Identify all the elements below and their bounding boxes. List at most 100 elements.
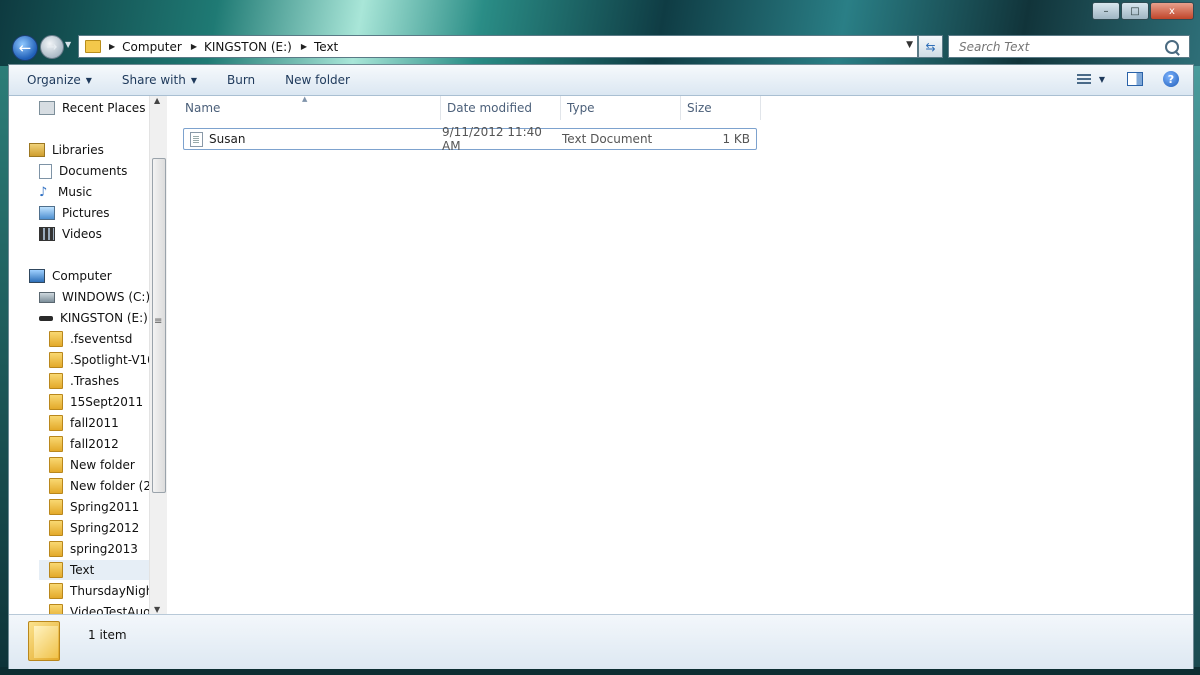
- nav-folder-item[interactable]: 15Sept2011: [49, 392, 143, 412]
- breadcrumb-chevron-icon[interactable]: ▶: [301, 42, 307, 51]
- nav-folder-label: spring2013: [70, 542, 138, 556]
- breadcrumb-chevron-icon[interactable]: ▶: [109, 42, 115, 51]
- change-view-icon[interactable]: [1076, 73, 1091, 85]
- nav-folder-item[interactable]: ThursdayNight: [49, 581, 158, 601]
- nav-folder-item-selected[interactable]: Text: [39, 560, 159, 580]
- nav-item-pictures[interactable]: Pictures: [39, 203, 110, 223]
- organize-label: Organize: [27, 73, 81, 87]
- pictures-icon: [39, 206, 55, 220]
- nav-folder-label: fall2012: [70, 437, 119, 451]
- nav-item-label: Recent Places: [62, 101, 146, 115]
- scroll-up-icon[interactable]: ▲: [154, 96, 160, 105]
- column-header-type[interactable]: Type: [561, 96, 681, 120]
- folder-icon: [49, 394, 63, 410]
- nav-folder-item[interactable]: Spring2012: [49, 518, 139, 538]
- nav-item-windows-drive[interactable]: WINDOWS (C:): [39, 287, 150, 307]
- file-row[interactable]: Susan 9/11/2012 11:40 AM Text Document 1…: [183, 125, 757, 153]
- nav-folder-label: Spring2012: [70, 521, 140, 535]
- nav-folder-item[interactable]: New folder (2): [49, 476, 156, 496]
- music-icon: ♪: [39, 184, 48, 200]
- nav-item-videos[interactable]: Videos: [39, 224, 102, 244]
- navigation-pane: Recent Places Libraries Documents ♪ Music…: [9, 96, 166, 614]
- organize-button[interactable]: Organize ▼: [27, 73, 92, 87]
- column-header-size[interactable]: Size: [681, 96, 761, 120]
- back-button[interactable]: ←: [12, 35, 38, 61]
- nav-item-label: Pictures: [62, 206, 110, 220]
- column-header-date-modified[interactable]: Date modified: [441, 96, 561, 120]
- breadcrumb-kingston[interactable]: KINGSTON (E:): [204, 40, 292, 54]
- nav-item-label: KINGSTON (E:): [60, 311, 148, 325]
- help-icon[interactable]: ?: [1163, 71, 1179, 87]
- nav-item-computer[interactable]: Computer: [29, 266, 112, 286]
- search-icon[interactable]: [1165, 39, 1179, 54]
- folder-icon: [49, 562, 63, 578]
- column-label: Size: [687, 101, 712, 115]
- folder-icon: [49, 457, 63, 473]
- nav-folder-item[interactable]: spring2013: [49, 539, 138, 559]
- search-box[interactable]: [948, 35, 1190, 58]
- file-date-modified: 9/11/2012 11:40 AM: [442, 125, 542, 153]
- window-frame-left: [0, 66, 8, 675]
- folder-icon: [49, 478, 63, 494]
- nav-item-music[interactable]: ♪ Music: [39, 182, 92, 202]
- maximize-button[interactable]: □: [1121, 2, 1149, 20]
- column-header-name[interactable]: Name ▲: [179, 95, 441, 120]
- command-bar: Organize ▼ Share with ▼ Burn New folder ▼ …: [9, 65, 1193, 96]
- nav-folder-label: Text: [70, 563, 95, 577]
- caption-buttons: – □ x: [1091, 2, 1194, 20]
- folder-icon: [49, 352, 63, 368]
- nav-folder-label: 15Sept2011: [70, 395, 144, 409]
- new-folder-button[interactable]: New folder: [285, 73, 350, 87]
- chevron-down-icon: ▼: [190, 75, 197, 85]
- nav-folder-item[interactable]: New folder: [49, 455, 135, 475]
- nav-folder-item[interactable]: .Spotlight-V100: [49, 350, 162, 370]
- recent-pages-dropdown-icon[interactable]: ▼: [65, 40, 71, 49]
- breadcrumb-text[interactable]: Text: [314, 40, 338, 54]
- recent-places-icon: [39, 101, 55, 115]
- nav-folder-item[interactable]: Spring2011: [49, 497, 139, 517]
- nav-folder-item[interactable]: fall2011: [49, 413, 119, 433]
- folder-icon: [49, 373, 63, 389]
- nav-folder-item[interactable]: .Trashes: [49, 371, 119, 391]
- folder-icon: [49, 520, 63, 536]
- nav-item-recent-places[interactable]: Recent Places: [39, 98, 145, 118]
- breadcrumb-chevron-icon[interactable]: ▶: [191, 42, 197, 51]
- folder-icon: [49, 541, 63, 557]
- minimize-button[interactable]: –: [1092, 2, 1120, 20]
- nav-folder-label: Spring2011: [70, 500, 140, 514]
- file-size: 1 KB: [722, 132, 750, 146]
- nav-folder-label: New folder (2): [70, 479, 156, 493]
- item-count: 1 item: [88, 628, 127, 642]
- nav-folder-label: fall2011: [70, 416, 119, 430]
- navigation-scrollbar[interactable]: ▲ ▼: [149, 96, 167, 614]
- view-options-dropdown-icon[interactable]: ▼: [1099, 75, 1105, 84]
- breadcrumb-computer[interactable]: Computer: [122, 40, 182, 54]
- preview-pane-icon[interactable]: [1127, 72, 1143, 86]
- videos-icon: [39, 227, 55, 241]
- scroll-down-icon[interactable]: ▼: [154, 605, 160, 614]
- nav-folder-item[interactable]: fall2012: [49, 434, 119, 454]
- sort-ascending-icon: ▲: [302, 95, 308, 103]
- burn-button[interactable]: Burn: [227, 73, 255, 87]
- scrollbar-thumb[interactable]: [152, 158, 166, 493]
- nav-item-libraries[interactable]: Libraries: [29, 140, 104, 160]
- forward-button[interactable]: →: [40, 35, 64, 59]
- nav-folder-item[interactable]: VideoTestAug2: [49, 602, 158, 614]
- search-input[interactable]: [957, 38, 1165, 55]
- nav-item-kingston-drive[interactable]: KINGSTON (E:): [39, 308, 148, 328]
- nav-folder-label: VideoTestAug2: [70, 605, 159, 614]
- close-button[interactable]: x: [1150, 2, 1194, 20]
- usb-drive-icon: [39, 315, 53, 321]
- nav-item-label: WINDOWS (C:): [62, 290, 151, 304]
- nav-folder-label: .Trashes: [70, 374, 120, 388]
- share-with-button[interactable]: Share with ▼: [122, 73, 197, 87]
- nav-item-documents[interactable]: Documents: [39, 161, 127, 181]
- details-pane: 1 item: [9, 614, 1193, 669]
- nav-folder-label: New folder: [70, 458, 135, 472]
- address-bar[interactable]: ▶ Computer ▶ KINGSTON (E:) ▶ Text ▼: [78, 35, 918, 58]
- nav-folder-label: ThursdayNight: [70, 584, 159, 598]
- address-dropdown-icon[interactable]: ▼: [906, 40, 913, 50]
- folder-icon: [49, 583, 63, 599]
- nav-folder-item[interactable]: .fseventsd: [49, 329, 132, 349]
- refresh-button[interactable]: ⇆: [918, 35, 943, 58]
